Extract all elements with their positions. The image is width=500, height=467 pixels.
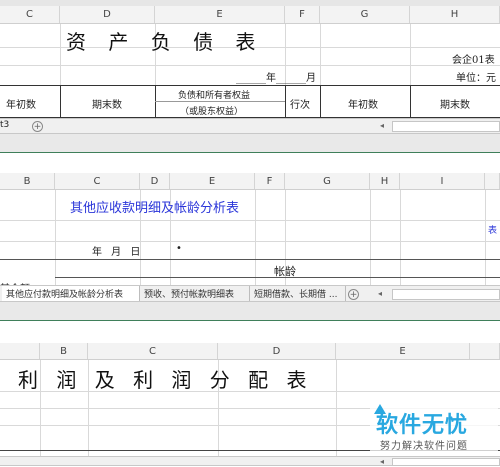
sheet-tab-bar-3: ◂ — [0, 456, 500, 466]
column-header-e[interactable]: E — [170, 173, 255, 189]
column-header-c[interactable]: C — [0, 6, 60, 23]
header-line-number: 行次 — [290, 100, 310, 111]
column-header-h[interactable]: H — [370, 173, 400, 189]
horizontal-scrollbar[interactable] — [392, 121, 500, 132]
column-header-d[interactable]: D — [60, 6, 155, 23]
column-header-g[interactable]: G — [285, 173, 370, 189]
column-header-e[interactable]: E — [336, 343, 470, 359]
panel-gap-2 — [0, 302, 500, 320]
column-header-row-3: B C D E — [0, 343, 500, 360]
column-header-c[interactable]: C — [55, 173, 140, 189]
side-label-table: 表 — [488, 226, 498, 236]
bullet-dot: • — [176, 243, 182, 254]
watermark-brand: 软件无忧 — [376, 413, 469, 438]
header-begin-balance: 年初数 — [6, 100, 36, 111]
column-header-row-2: B C D E F G H I — [0, 173, 500, 190]
column-header-b[interactable]: B — [40, 343, 88, 359]
header-liabilities-line1: 负债和所有者权益 — [178, 91, 251, 101]
column-header-b[interactable]: B — [0, 173, 55, 189]
scroll-left-icon-2[interactable]: ◂ — [378, 289, 388, 300]
add-sheet-icon[interactable]: + — [32, 121, 43, 132]
sheet-tab-fragment[interactable]: t3 — [0, 120, 9, 130]
watermark: 软件无忧 努力解决软件问题 — [370, 397, 498, 457]
date-row: 年 月 日 — [92, 247, 144, 258]
column-header-g[interactable]: G — [320, 6, 410, 23]
column-header-d[interactable]: D — [140, 173, 170, 189]
header-end-balance-2: 期末数 — [440, 100, 470, 111]
add-sheet-icon-2[interactable]: + — [348, 289, 359, 300]
column-header-h[interactable]: H — [410, 6, 500, 23]
column-header-row: C D E F G H — [0, 6, 500, 24]
header-liabilities-line2: （或股东权益） — [180, 107, 244, 117]
panel-gap-1 — [0, 134, 500, 152]
form-code: 会企01表 — [452, 55, 495, 66]
column-header-c[interactable]: C — [88, 343, 218, 359]
header-begin-balance-2: 年初数 — [348, 100, 378, 111]
sheet-tab-bar-2: 其他应付款明细及帐龄分析表 预收、预付帐款明细表 短期借款、长期借 ... + … — [0, 285, 500, 302]
unit-label: 单位：元 — [456, 73, 496, 84]
sheet-tab-bar: t3 + ◂ — [0, 118, 500, 134]
column-header-d[interactable]: D — [218, 343, 336, 359]
column-header-i[interactable]: I — [400, 173, 485, 189]
scroll-left-icon[interactable]: ◂ — [380, 121, 390, 132]
top-strip — [0, 0, 500, 6]
horizontal-scrollbar-2[interactable] — [392, 289, 500, 300]
column-header-e[interactable]: E — [155, 6, 285, 23]
column-header-f[interactable] — [470, 343, 500, 359]
column-header-f[interactable]: F — [255, 173, 285, 189]
profit-distribution-title: 利 润 及 利 润 分 配 表 — [18, 368, 313, 392]
column-header-a[interactable] — [0, 343, 40, 359]
tab-short-term-loans[interactable]: 短期借款、长期借 ... — [250, 286, 346, 301]
watermark-tagline: 努力解决软件问题 — [380, 441, 468, 452]
date-line: ______年______月 — [236, 73, 316, 84]
tab-other-payables[interactable]: 其他应付款明细及帐龄分析表 — [2, 286, 140, 301]
tab-advance-receipts[interactable]: 预收、预付帐款明细表 — [140, 286, 250, 301]
header-end-balance: 期末数 — [92, 100, 122, 111]
other-receivables-title: 其他应收款明细及帐龄分析表 — [70, 201, 240, 216]
horizontal-scrollbar-3[interactable] — [392, 458, 500, 466]
column-header-f[interactable]: F — [285, 6, 320, 23]
column-header-j[interactable] — [485, 173, 500, 189]
aging-header: 帐龄 — [274, 265, 296, 278]
balance-sheet-title: 资 产 负 债 表 — [66, 30, 264, 54]
